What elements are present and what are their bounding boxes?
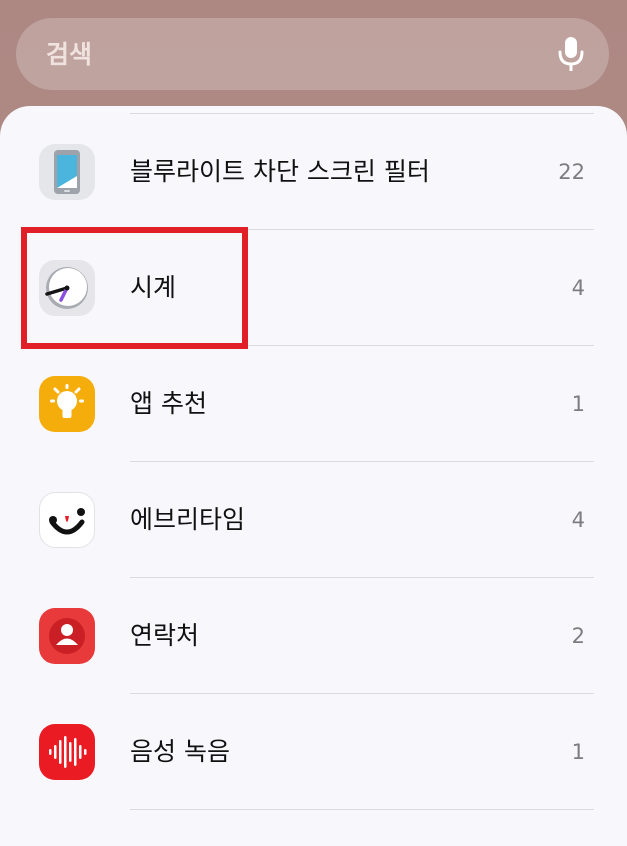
- list-item-voice-recorder[interactable]: 음성 녹음 1: [0, 694, 627, 810]
- phone-screen-filter-icon: [39, 144, 95, 200]
- result-count: 1: [571, 392, 585, 416]
- app-name: 블루라이트 차단 스크린 필터: [130, 157, 430, 186]
- app-name: 에브리타임: [130, 505, 246, 534]
- search-results-panel: 블루라이트 차단 스크린 필터 22 시계 4 앱 추천 1 에브리타임 4 연…: [0, 106, 627, 846]
- contacts-icon: [39, 608, 95, 664]
- list-item-everytime[interactable]: 에브리타임 4: [0, 462, 627, 578]
- result-count: 22: [558, 160, 585, 184]
- list-item-app-recommendation[interactable]: 앱 추천 1: [0, 346, 627, 462]
- result-count: 4: [571, 276, 585, 300]
- result-count: 1: [571, 740, 585, 764]
- app-name: 앱 추천: [130, 389, 207, 418]
- app-name: 연락처: [130, 621, 200, 650]
- app-name: 음성 녹음: [130, 737, 230, 766]
- result-count: 2: [571, 624, 585, 648]
- divider: [130, 809, 594, 810]
- everytime-icon: [39, 492, 95, 548]
- microphone-icon[interactable]: [557, 36, 585, 72]
- result-count: 4: [571, 508, 585, 532]
- search-bar[interactable]: [16, 18, 609, 90]
- search-input[interactable]: [46, 18, 526, 90]
- voice-recorder-icon: [39, 724, 95, 780]
- list-item-contacts[interactable]: 연락처 2: [0, 578, 627, 694]
- highlight-box: [21, 227, 248, 349]
- list-item-bluelight-filter[interactable]: 블루라이트 차단 스크린 필터 22: [0, 114, 627, 230]
- lightbulb-icon: [39, 376, 95, 432]
